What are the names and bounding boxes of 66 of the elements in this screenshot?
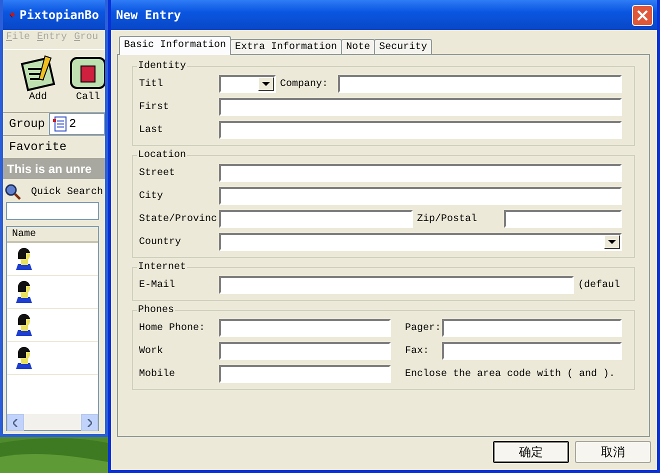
dropdown-arrow-icon: [608, 240, 616, 244]
field-label: Country: [139, 236, 182, 248]
field-label: Work: [139, 346, 164, 356]
tab[interactable]: Security: [374, 39, 432, 55]
phone-field[interactable]: [219, 342, 391, 360]
text-field[interactable]: [219, 121, 622, 139]
field-label: Titl: [139, 78, 164, 90]
search-icon: [5, 184, 21, 200]
telephone-icon: [69, 54, 105, 92]
field-label: First: [139, 102, 170, 112]
text-field[interactable]: [219, 98, 622, 116]
field-label: Mobile: [139, 368, 176, 380]
dialog-button[interactable]: 确定: [493, 441, 569, 463]
person-icon: [15, 246, 33, 272]
quick-search-label: Quick Search: [30, 186, 103, 198]
dialog-button[interactable]: 取消: [575, 441, 651, 463]
field-label: Street: [139, 168, 176, 178]
person-icon: [15, 312, 33, 338]
phone-field[interactable]: [442, 342, 622, 360]
field-label: Pager:: [404, 322, 438, 334]
close-button[interactable]: [632, 4, 653, 26]
horizontal-scrollbar[interactable]: [7, 414, 98, 430]
phone-field[interactable]: [219, 365, 391, 383]
group-title: Identity: [137, 61, 188, 72]
close-icon: [637, 10, 648, 20]
group-field[interactable]: 2: [49, 113, 105, 135]
text-field[interactable]: [504, 210, 622, 228]
tab[interactable]: Extra Information: [230, 39, 342, 55]
field-label: Home Phone:: [139, 322, 206, 334]
favorite-label[interactable]: Favorite: [9, 140, 67, 154]
field-label: Last: [139, 124, 164, 136]
phone-field[interactable]: [219, 319, 391, 337]
field-label: Company:: [280, 78, 330, 90]
group-title: Location: [137, 150, 188, 161]
dialog-title: New Entry: [116, 8, 182, 22]
document-icon: [53, 116, 68, 132]
person-icon: [15, 279, 33, 305]
window-title: PixtopianBo: [20, 8, 99, 22]
country-dropdown[interactable]: [219, 233, 622, 251]
toolbar-button[interactable]: Add: [19, 54, 57, 112]
phone-field[interactable]: [442, 319, 622, 337]
field-label: City: [139, 190, 164, 202]
text-field[interactable]: [338, 75, 622, 93]
tab[interactable]: Basic Information: [119, 36, 232, 55]
person-icon: [15, 345, 33, 371]
field-label: Fax:: [404, 346, 430, 356]
field-label: Zip/Postal: [417, 214, 478, 224]
group-title: Phones: [137, 305, 176, 316]
email-field[interactable]: [219, 276, 574, 294]
dropdown-arrow-icon: [262, 82, 270, 86]
text-field[interactable]: [219, 187, 622, 205]
default-note: (defaul: [578, 280, 622, 290]
title-dropdown[interactable]: [219, 75, 276, 93]
hint-text: Enclose the area code with ( and ).: [404, 368, 616, 380]
tab[interactable]: Note: [341, 39, 376, 55]
group-label: Group: [9, 117, 46, 131]
column-header[interactable]: Name: [7, 227, 98, 243]
field-label: State/Provinc: [139, 214, 215, 224]
text-field[interactable]: [219, 210, 413, 228]
notepad-pencil-icon: [19, 54, 57, 92]
field-label: E-Mail: [139, 280, 176, 290]
unregistered-banner: This is an unre: [3, 159, 105, 179]
group-title: Internet: [137, 262, 188, 273]
text-field[interactable]: [219, 164, 622, 182]
search-field[interactable]: [6, 202, 99, 220]
toolbar-button[interactable]: Call: [69, 54, 105, 112]
